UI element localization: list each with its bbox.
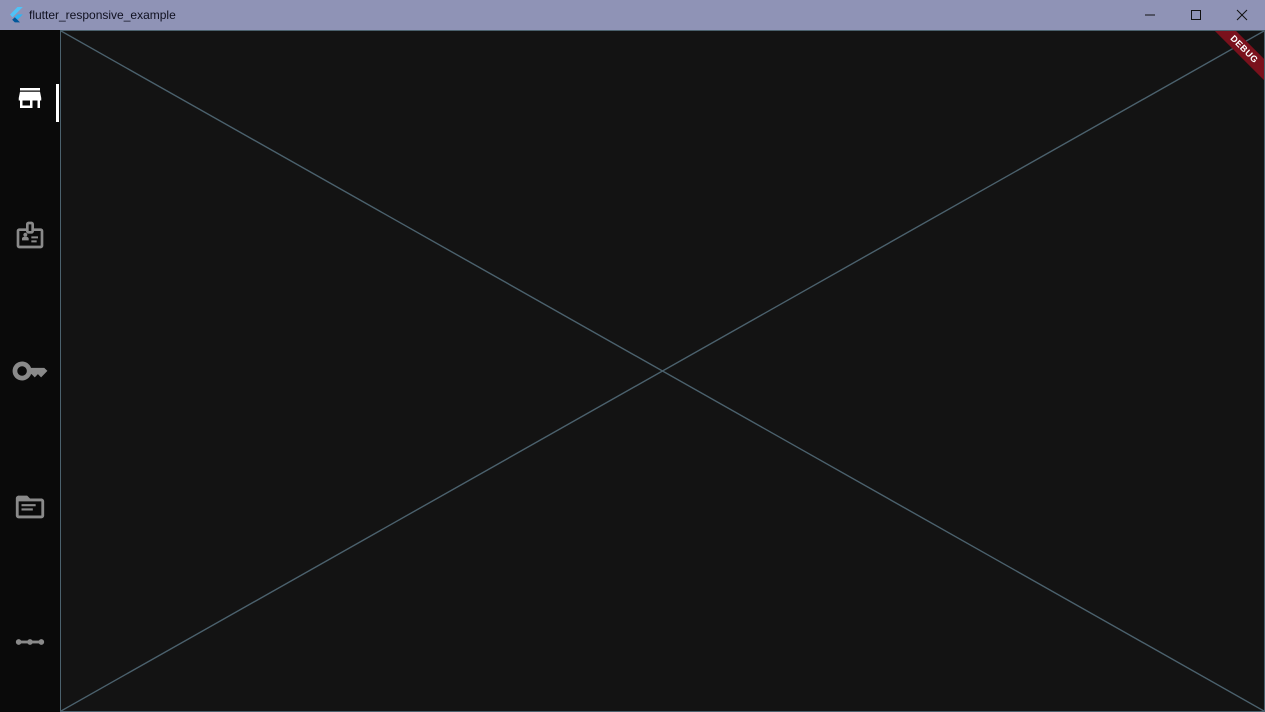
badge-icon — [16, 221, 44, 249]
window-title: flutter_responsive_example — [29, 8, 176, 22]
maximize-button[interactable] — [1173, 0, 1219, 30]
app-window: flutter_responsive_example DEBUG — [0, 0, 1265, 712]
navigation-rail — [0, 30, 60, 712]
key-icon — [12, 361, 48, 381]
window-controls — [1127, 0, 1265, 30]
store-icon — [18, 88, 42, 108]
nav-item-document[interactable] — [0, 483, 60, 531]
nav-item-more[interactable] — [0, 618, 60, 666]
document-icon — [15, 495, 45, 519]
flutter-logo-icon — [10, 7, 23, 23]
nav-item-key[interactable] — [0, 347, 60, 395]
title-bar[interactable]: flutter_responsive_example — [0, 0, 1265, 30]
close-icon — [1236, 9, 1248, 21]
minimize-icon — [1145, 14, 1155, 16]
close-button[interactable] — [1219, 0, 1265, 30]
placeholder-cross — [61, 31, 1264, 711]
content-placeholder: DEBUG — [60, 30, 1265, 712]
nav-item-store[interactable] — [0, 74, 60, 122]
more-icon — [15, 639, 45, 645]
minimize-button[interactable] — [1127, 0, 1173, 30]
maximize-icon — [1191, 10, 1201, 20]
nav-item-badge[interactable] — [0, 211, 60, 259]
